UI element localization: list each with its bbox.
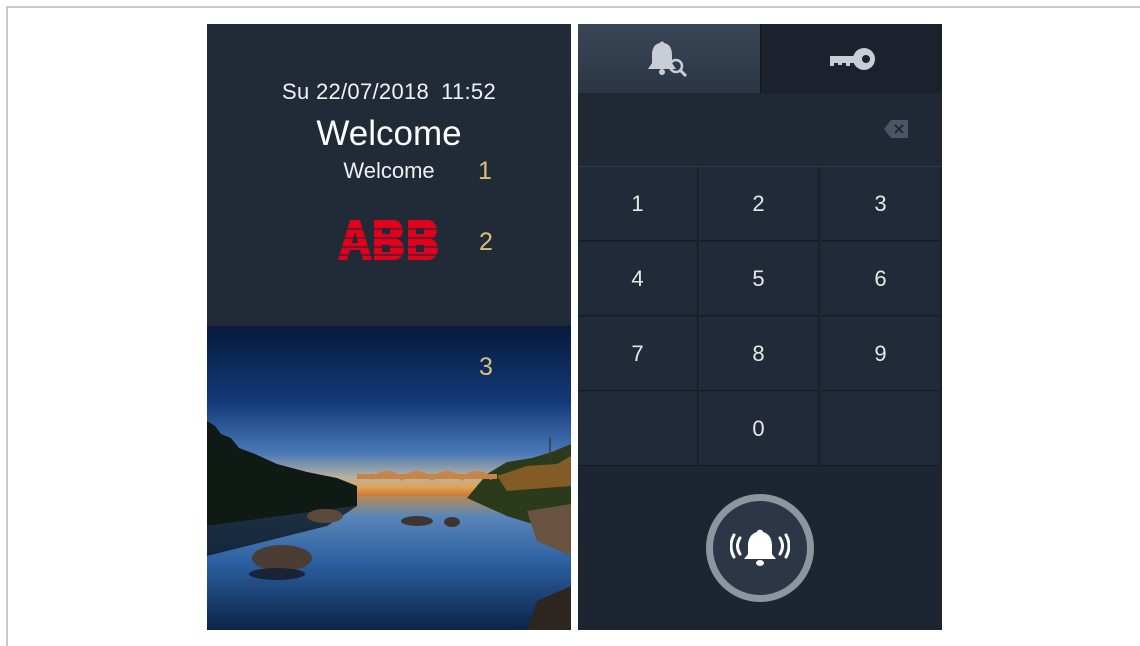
marker-3: 3	[479, 353, 493, 381]
key-1[interactable]: 1	[578, 167, 698, 241]
date-label: 22/07/2018	[315, 79, 430, 104]
tab-key[interactable]	[761, 24, 942, 93]
numeric-keypad: 1 2 3 4 5 6 7 8 9 0	[578, 167, 942, 467]
tab-call-search[interactable]	[578, 24, 760, 93]
key-4[interactable]: 4	[578, 242, 698, 316]
backspace-icon[interactable]	[884, 120, 908, 138]
key-blank-right	[821, 392, 941, 466]
time-label: 11:52	[441, 79, 496, 104]
keypad-screen: 1 2 3 4 5 6 7 8 9 0	[578, 24, 942, 630]
call-area	[578, 468, 942, 630]
welcome-screen: Su 22/07/2018 11:52 Welcome Welcome 1 2	[207, 24, 571, 630]
marker-1: 1	[478, 157, 492, 185]
code-display	[578, 93, 942, 167]
ringing-bell-icon	[730, 529, 790, 566]
key-icon	[829, 47, 875, 70]
screenshot-frame	[6, 6, 1140, 646]
key-9[interactable]: 9	[821, 317, 941, 391]
key-7[interactable]: 7	[578, 317, 698, 391]
key-2[interactable]: 2	[699, 167, 819, 241]
key-3[interactable]: 3	[821, 167, 941, 241]
key-0[interactable]: 0	[699, 392, 819, 466]
key-5[interactable]: 5	[699, 242, 819, 316]
landscape-photo	[207, 326, 571, 630]
key-8[interactable]: 8	[699, 317, 819, 391]
marker-2: 2	[479, 228, 493, 256]
date-time: Su 22/07/2018 11:52	[207, 79, 571, 105]
call-button[interactable]	[706, 494, 814, 602]
welcome-subtitle: Welcome	[343, 158, 435, 183]
day-label: Su	[282, 79, 310, 104]
key-blank-left	[578, 392, 698, 466]
call-button-inner	[713, 501, 807, 595]
abb-logo	[338, 220, 441, 260]
key-6[interactable]: 6	[821, 242, 941, 316]
bell-search-icon	[648, 41, 688, 77]
welcome-title: Welcome	[316, 114, 462, 153]
